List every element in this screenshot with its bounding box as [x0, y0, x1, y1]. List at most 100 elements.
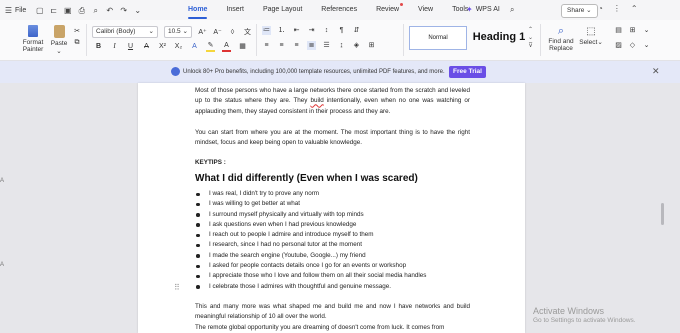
align-left-icon[interactable]: ≡	[262, 41, 271, 50]
list-item[interactable]: I asked for people contacts details once…	[195, 261, 470, 271]
select-button[interactable]: ⬚ Select⌄	[578, 25, 604, 46]
outdent-icon[interactable]: ⇤	[292, 26, 301, 35]
sparkle-icon: ✦	[466, 5, 473, 14]
search-icon[interactable]: ⌕	[510, 5, 514, 15]
superscript-icon[interactable]: X²	[158, 42, 167, 51]
char-shading-icon[interactable]: ▦	[238, 42, 247, 51]
numbered-list-icon[interactable]: ⒈	[277, 26, 286, 35]
borders-icon[interactable]: ⊞	[367, 41, 376, 50]
align-right-icon[interactable]: ≡	[292, 41, 301, 50]
paste-label: Paste ⌄	[50, 40, 68, 55]
list-item[interactable]: I was willing to get better at what	[195, 199, 470, 209]
watermark-title: Activate Windows	[533, 306, 605, 316]
styles-expand-icon[interactable]: ⊽	[528, 42, 533, 50]
paste-button[interactable]: Paste ⌄	[48, 25, 70, 55]
list-item[interactable]: I celebrate those I admires with thought…	[195, 282, 470, 292]
show-marks-icon[interactable]: ¶	[337, 26, 346, 35]
font-color-icon[interactable]: A	[222, 41, 231, 52]
chevron-down-icon: ⌄	[148, 28, 154, 35]
underline-icon[interactable]: U	[126, 42, 135, 51]
tab-view[interactable]: View	[418, 0, 433, 20]
clear-format-icon[interactable]: ◊	[228, 28, 237, 37]
font-size-value: 10.5	[168, 28, 181, 35]
tab-home[interactable]: Home	[188, 0, 208, 20]
cut-icon[interactable]: ✂	[72, 26, 82, 37]
section-heading[interactable]: What I did differently (Even when I was …	[195, 173, 470, 184]
list-item[interactable]: I surround myself physically and virtual…	[195, 210, 470, 220]
vertical-scrollbar[interactable]	[661, 203, 664, 225]
file-menu[interactable]: ☰ File	[4, 6, 26, 15]
new-document-icon[interactable]: ▢	[35, 6, 44, 15]
quick-access-dropdown-icon[interactable]: ⌄	[133, 6, 142, 15]
list-item[interactable]: I ask questions even when I had previous…	[195, 220, 470, 230]
open-folder-icon[interactable]: ⊏	[49, 6, 58, 15]
paragraph-4[interactable]: The remote global opportunity you are dr…	[195, 323, 470, 333]
redo-icon[interactable]: ↷	[119, 6, 128, 15]
find-replace-button[interactable]: ⌕ Find and Replace	[547, 25, 575, 52]
distribute-icon[interactable]: ☰	[322, 41, 331, 50]
paragraph-3[interactable]: This and many more was what shaped me an…	[195, 302, 470, 323]
style-heading-1[interactable]: Heading 1	[472, 26, 526, 48]
shading-icon[interactable]: ◈	[352, 41, 361, 50]
align-center-icon[interactable]: ≡	[277, 41, 286, 50]
undo-icon[interactable]: ↶	[105, 6, 114, 15]
keytips-label[interactable]: KEYTIPS :	[195, 159, 470, 166]
line-spacing-icon[interactable]: ↨	[337, 41, 346, 50]
italic-icon[interactable]: I	[110, 42, 119, 51]
chevron-down-icon[interactable]: ⌄	[642, 41, 651, 50]
list-item[interactable]: I research, since I had no personal tuto…	[195, 240, 470, 250]
format-painter-button[interactable]: Format Painter	[20, 25, 46, 53]
chevron-up-icon[interactable]: ⌃	[528, 26, 533, 34]
copy-icon[interactable]: ⧉	[72, 37, 82, 48]
strikethrough-icon[interactable]: A	[142, 42, 151, 51]
hamburger-icon: ☰	[4, 5, 13, 15]
chevron-down-icon[interactable]: ⌄	[528, 34, 533, 42]
history-icon[interactable]: ◔	[598, 4, 603, 13]
tab-references[interactable]: References	[321, 0, 357, 20]
promo-banner: Unlock 80+ Pro benefits, including 100,0…	[0, 61, 680, 83]
layout-icon[interactable]: ▤	[614, 26, 623, 35]
share-button[interactable]: Share ⌄	[561, 4, 598, 18]
wps-ai-button[interactable]: ✦ WPS AI	[466, 0, 500, 20]
tab-review[interactable]: Review	[376, 0, 404, 20]
print-preview-icon[interactable]: ⌕	[91, 6, 100, 15]
text-direction-icon[interactable]: ⇵	[352, 26, 361, 35]
bold-icon[interactable]: B	[94, 42, 103, 51]
shape-icon[interactable]: ◇	[628, 41, 637, 50]
pinyin-icon[interactable]: 文	[243, 28, 252, 37]
style-normal[interactable]: Normal	[409, 26, 467, 50]
font-size-select[interactable]: 10.5 ⌄	[164, 26, 192, 38]
collapse-ribbon-icon[interactable]: ⌃	[631, 4, 638, 13]
justify-icon[interactable]: ≣	[307, 41, 316, 50]
list-item[interactable]: I was real, I didn't try to prove any no…	[195, 189, 470, 199]
notification-dot	[400, 3, 404, 6]
decrease-font-icon[interactable]: A⁻	[213, 28, 222, 37]
tab-page-layout[interactable]: Page Layout	[263, 0, 302, 20]
text-effect-icon[interactable]: A	[190, 42, 199, 51]
highlight-icon[interactable]: ✎	[206, 41, 215, 52]
paragraph-1[interactable]: Most of those persons who have a large n…	[195, 86, 470, 117]
more-icon[interactable]: ⋮	[613, 4, 621, 13]
ruler-mark: A	[0, 178, 5, 184]
misspelled-word[interactable]: build	[310, 97, 323, 104]
chevron-down-icon[interactable]: ⌄	[642, 26, 651, 35]
styles-scroll[interactable]: ⌃ ⌄ ⊽	[528, 26, 533, 50]
list-item[interactable]: I made the search engine (Youtube, Googl…	[195, 251, 470, 261]
drag-handle-icon[interactable]: ⠿	[174, 283, 180, 292]
increase-font-icon[interactable]: A⁺	[198, 28, 207, 37]
save-icon[interactable]: ▣	[63, 6, 72, 15]
table-icon[interactable]: ⊞	[628, 26, 637, 35]
picture-icon[interactable]: ▨	[614, 41, 623, 50]
bullet-list-icon[interactable]: ≔	[262, 26, 271, 35]
close-icon[interactable]: ✕	[652, 66, 660, 77]
free-trial-button[interactable]: Free Trial	[449, 66, 486, 78]
tab-insert[interactable]: Insert	[226, 0, 244, 20]
sort-icon[interactable]: ↕	[322, 26, 331, 35]
print-icon[interactable]: ⎙	[77, 6, 86, 15]
list-item[interactable]: I reach out to people I admire and intro…	[195, 230, 470, 240]
font-name-select[interactable]: Calibri (Body) ⌄	[92, 26, 158, 38]
paragraph-2[interactable]: You can start from where you are at the …	[195, 128, 470, 149]
list-item[interactable]: I appreciate those who I love and follow…	[195, 271, 470, 281]
indent-icon[interactable]: ⇥	[307, 26, 316, 35]
subscript-icon[interactable]: X₂	[174, 42, 183, 51]
